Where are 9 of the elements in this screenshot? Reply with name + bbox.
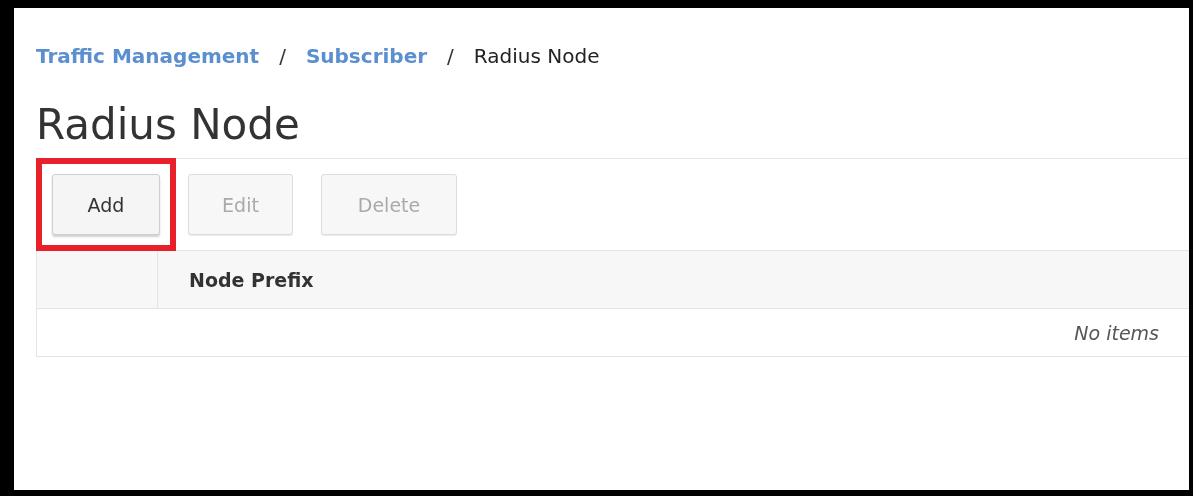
empty-message: No items bbox=[1074, 321, 1159, 344]
breadcrumb-link[interactable]: Traffic Management bbox=[36, 44, 260, 68]
breadcrumb-link[interactable]: Subscriber bbox=[305, 44, 428, 68]
page-title: Radius Node bbox=[36, 99, 301, 151]
breadcrumb-separator: / bbox=[447, 44, 454, 68]
toolbar-button[interactable]: Add bbox=[52, 174, 160, 235]
breadcrumb-current: Radius Node bbox=[473, 44, 600, 68]
column-header[interactable]: Node Prefix bbox=[158, 251, 314, 308]
breadcrumb-separator: / bbox=[279, 44, 286, 68]
